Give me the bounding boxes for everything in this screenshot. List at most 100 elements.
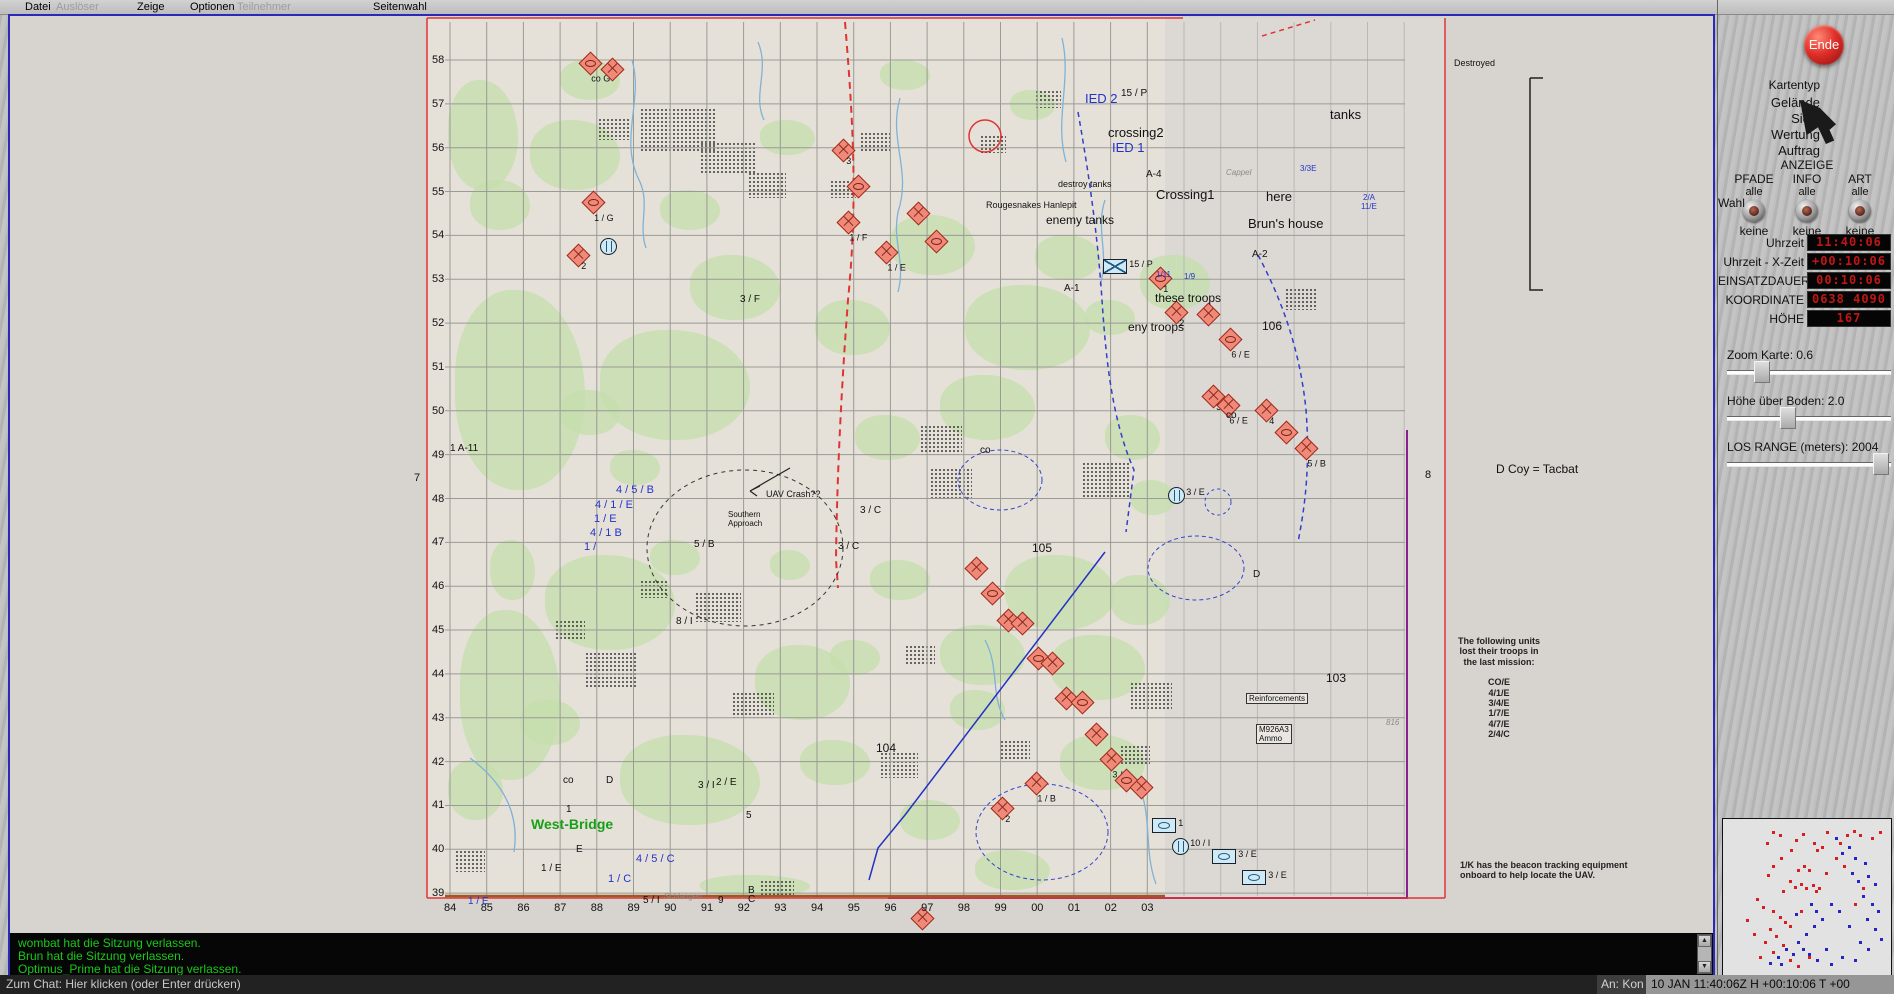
map-label: Crossing1 [1156, 187, 1215, 202]
knob-art[interactable] [1849, 200, 1871, 222]
scroll-down-icon[interactable]: ▼ [1698, 961, 1711, 973]
grid-number-left: 41 [432, 799, 445, 812]
map-label: 4 / 5 / B [616, 484, 654, 496]
knob-pfade[interactable] [1743, 200, 1765, 222]
map-label: 9 [718, 895, 724, 906]
grid-number-left: 49 [432, 448, 445, 461]
slider-thumb[interactable] [1754, 361, 1770, 383]
map-label: destroy tanks [1058, 179, 1112, 189]
forest-patch [650, 540, 700, 575]
slider-track[interactable] [1727, 462, 1891, 467]
town-buildings [598, 118, 630, 140]
unit-label: 10 / I [1190, 838, 1211, 848]
map-label: 2/A [1363, 193, 1376, 202]
unit-symbol-friendly-recon[interactable]: 3 / E [1168, 487, 1205, 504]
unit-symbol-friendly-armor[interactable]: 3 / E [1242, 870, 1287, 885]
map-label: IED 1 [1112, 140, 1145, 155]
chat-prompt[interactable]: Zum Chat: Hier klicken (oder Enter drück… [6, 977, 241, 991]
minimap-blue-dot [1841, 852, 1844, 855]
minimap[interactable] [1722, 818, 1892, 977]
chat-message: Optimus_Prime hat die Sitzung verlassen. [18, 962, 242, 976]
unit-symbol-friendly-armor[interactable]: 1 [1152, 818, 1183, 833]
kartentyp-item-wertung[interactable]: Wertung [1720, 127, 1820, 143]
minimap-red-dot [1767, 874, 1770, 877]
minimap-red-dot [1797, 965, 1800, 968]
map-label: C [748, 894, 756, 905]
knob-label: PFADE [1734, 172, 1774, 186]
minimap-blue-dot [1802, 948, 1805, 951]
chat-scrollbar[interactable]: ▲ ▼ [1697, 934, 1712, 974]
town-buildings [920, 425, 962, 455]
unit-label: 3 [846, 155, 852, 166]
minimap-blue-dot [1877, 910, 1880, 913]
chat-recipient[interactable]: An: Kon [1597, 975, 1646, 994]
forest-patch [448, 760, 503, 820]
chat-message: Brun hat die Sitzung verlassen. [18, 949, 185, 963]
unit-symbol-friendly-armor[interactable]: 3 / E [1212, 849, 1257, 864]
menu-item-optionen[interactable]: Optionen [190, 1, 235, 13]
chat-log[interactable]: wombat hat die Sitzung verlassen. Brun ha… [10, 933, 1713, 976]
minimap-blue-dot [1871, 903, 1874, 906]
forest-patch [1105, 415, 1160, 460]
grid-number-left: 45 [432, 624, 445, 637]
map-label: E [576, 844, 583, 855]
unit-symbol-friendly-recon[interactable] [600, 238, 617, 255]
scroll-up-icon[interactable]: ▲ [1698, 935, 1711, 947]
slider-track[interactable] [1727, 416, 1891, 421]
unit-symbol-friendly-recon[interactable]: 10 / I [1172, 838, 1210, 855]
town-buildings [1120, 745, 1150, 765]
menu-item-datei[interactable]: Datei [25, 1, 51, 13]
knob-info[interactable] [1796, 200, 1818, 222]
map-label: D Coy = Tacbat [1496, 462, 1579, 476]
minimap-red-dot [1772, 951, 1775, 954]
map-label: Schlangen [664, 892, 702, 901]
minimap-blue-dot [1797, 941, 1800, 944]
unit-symbol-friendly-crossed[interactable]: 15 / P [1103, 259, 1153, 274]
menu-item-zeige[interactable]: Zeige [137, 1, 165, 13]
map-label: eny troops [1128, 320, 1185, 334]
grid-number-left: 39 [432, 887, 445, 900]
minimap-red-dot [1779, 916, 1782, 919]
slider-thumb[interactable] [1780, 407, 1796, 429]
slider-track[interactable] [1727, 370, 1891, 375]
minimap-red-dot [1821, 846, 1824, 849]
anzeige-column-art: ART alle keine [1834, 172, 1886, 238]
minimap-red-dot [1815, 890, 1818, 893]
grid-number-bottom: 99 [994, 902, 1007, 914]
minimap-red-dot [1772, 910, 1775, 913]
kartentyp-item-auftrag[interactable]: Auftrag [1720, 143, 1820, 159]
grid-number-left: 43 [432, 711, 445, 724]
map-label: UAV Crash?? [766, 489, 821, 499]
town-buildings [1130, 682, 1172, 710]
grid-number-left: 52 [432, 317, 445, 330]
forest-patch [490, 540, 535, 600]
minimap-blue-dot [1841, 956, 1844, 959]
forest-patch [770, 550, 810, 580]
menu-item-seitenwahl[interactable]: Seitenwahl [373, 1, 427, 13]
map-label: 3/3E [1300, 164, 1317, 173]
minimap-red-dot [1762, 906, 1765, 909]
display-label: EINSATZDAUER [1718, 273, 1810, 288]
knob-top-label: alle [1851, 186, 1869, 198]
unit-label: 4 [1269, 415, 1275, 426]
town-buildings [732, 692, 774, 718]
grid-number-bottom: 97 [921, 902, 934, 914]
forest-patch [760, 120, 815, 155]
minimap-red-dot [1766, 842, 1769, 845]
minimap-blue-dot [1866, 918, 1869, 921]
minimap-blue-dot [1874, 883, 1877, 886]
map-label: 1 / E [468, 896, 489, 907]
unit-label: 1 / G [594, 212, 614, 223]
town-buildings [1035, 90, 1061, 108]
slider-thumb[interactable] [1873, 453, 1889, 475]
map-label: 3 / C [860, 505, 882, 516]
grid-number-bottom: 90 [664, 902, 677, 914]
grid-number-bottom: 01 [1067, 902, 1081, 914]
ende-button[interactable]: Ende [1804, 25, 1844, 65]
map-label: 2 / E [716, 777, 737, 788]
grid-number-bottom: 94 [811, 902, 824, 914]
chat-message: wombat hat die Sitzung verlassen. [18, 936, 201, 950]
display-value: 00:10:06 [1807, 272, 1891, 289]
display-row: HÖHE 167 [1718, 309, 1894, 328]
minimap-red-dot [1784, 921, 1787, 924]
